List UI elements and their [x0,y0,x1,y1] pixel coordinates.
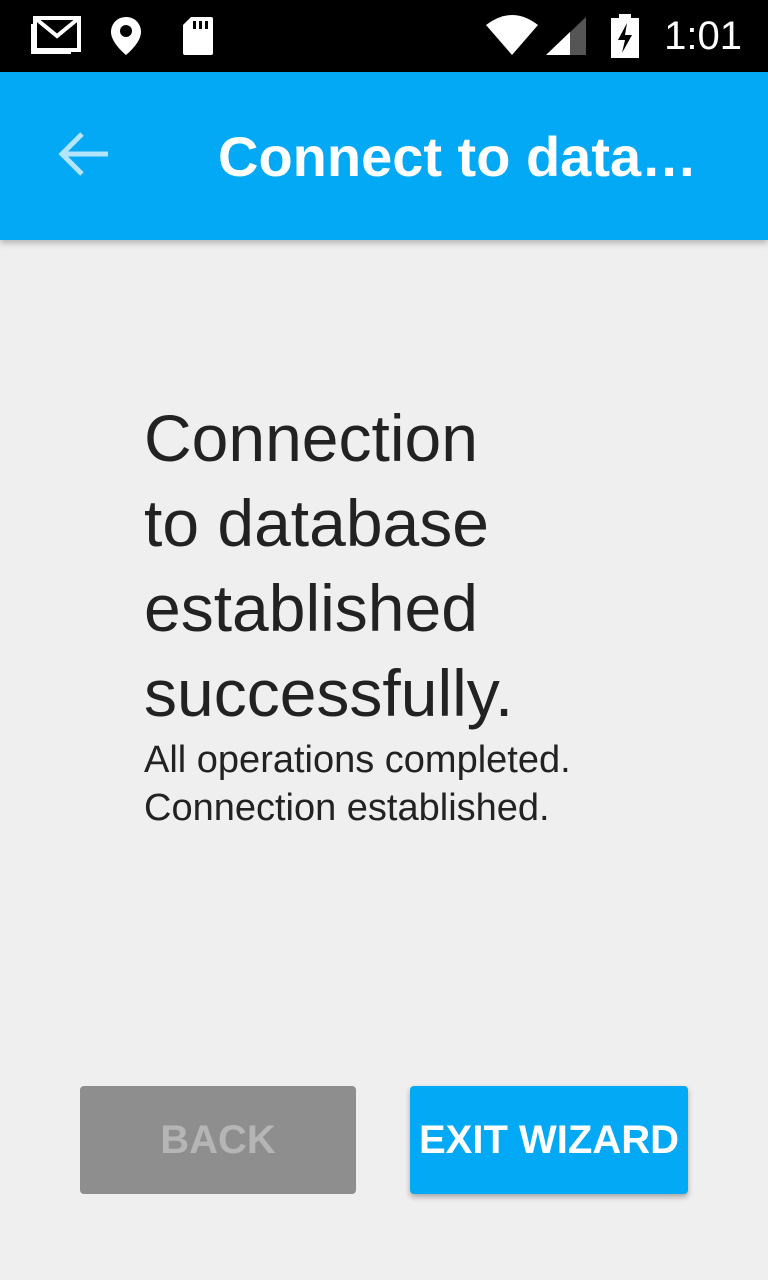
result-message: Connection to database established succe… [144,396,704,832]
sd-card-icon [180,14,216,58]
page-title: Connect to datab… [218,125,718,188]
subtext-line: Connection established. [144,787,550,829]
status-time: 1:01 [664,14,742,58]
headline-line: to database [144,486,489,560]
headline-line: Connection [144,401,478,475]
cell-signal-icon [544,14,588,58]
location-pin-icon [108,14,144,58]
exit-wizard-button[interactable]: EXIT WIZARD [410,1086,688,1194]
battery-charging-icon [608,14,642,58]
app-bar: Connect to datab… [0,72,768,240]
navigate-back-button[interactable] [44,116,124,196]
wifi-icon [484,14,540,58]
headline: Connection to database established succe… [144,396,704,736]
subtext-line: All operations completed. [144,739,571,781]
arrow-left-icon [58,131,110,182]
headline-line: established [144,571,478,645]
status-bar: 1:01 [0,0,768,72]
status-details: All operations completed. Connection est… [144,736,704,832]
gmail-icon [28,14,82,58]
headline-line: successfully. [144,656,514,730]
back-button[interactable]: BACK [80,1086,356,1194]
